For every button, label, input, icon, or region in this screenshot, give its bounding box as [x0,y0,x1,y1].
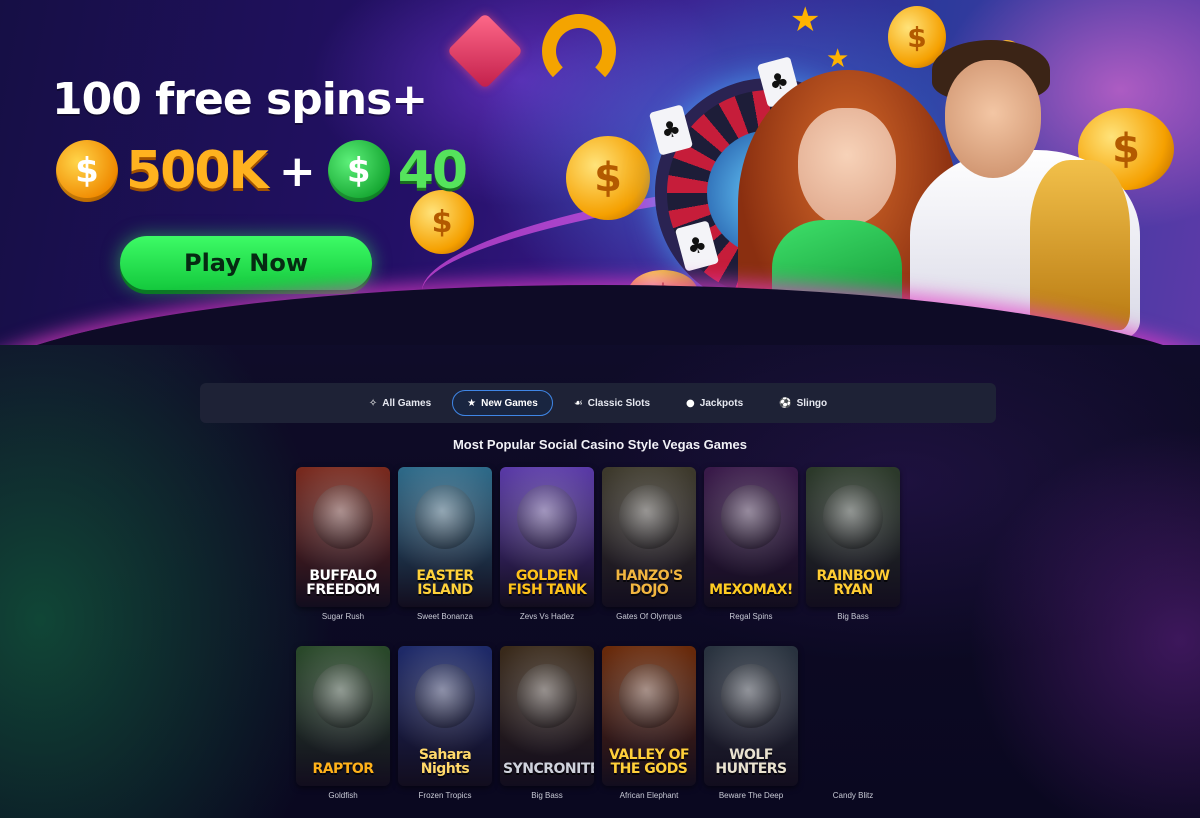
ball-icon: ⚽ [779,397,792,409]
game-card[interactable]: HANZO'S DOJO Gates Of Olympus [602,467,696,624]
game-character-image [619,664,679,728]
game-logo-text: RAINBOW RYAN [816,568,890,598]
horseshoe-icon [542,14,616,88]
game-logo-text: SYNCRONITE [503,761,594,777]
game-character-image [313,485,373,549]
tab-label: New Games [481,397,538,409]
game-title: Candy Blitz [832,791,874,800]
grid-sparkle-icon: ✧ [368,397,378,409]
carousel-dot-active[interactable] [594,290,608,304]
game-row: RAPTOR Goldfish Sahara Nights Frozen Tropic… [296,646,956,803]
tab-label: Classic Slots [587,397,651,409]
tab-slingo[interactable]: ⚽ Slingo [764,390,842,416]
game-title: Gates Of Olympus [616,612,682,621]
game-character-image [517,485,577,549]
game-logo-text: EASTER ISLAND [416,568,474,598]
tab-label: All Games [382,397,432,409]
play-now-button[interactable]: Play Now [120,236,372,290]
game-title: Sugar Rush [321,612,365,621]
game-thumbnail[interactable]: WOLF HUNTERS [704,646,798,786]
tab-label: Slingo [796,397,828,409]
game-title: Goldfish [328,791,358,800]
game-title: Big Bass [531,791,563,800]
game-row: BUFFALO FREEDOM Sugar Rush EASTER ISLAND Sw… [296,467,956,624]
game-thumbnail[interactable]: EASTER ISLAND [398,467,492,607]
hero-banner[interactable]: ★ ★ $ $ $ $ $ $ ♣ ♣ ♣ 100 free spins+ $ … [0,0,1200,345]
game-logo-text: GOLDEN FISH TANK [507,568,587,598]
game-card[interactable]: Candy Blitz [806,646,900,803]
game-thumbnail[interactable]: GOLDEN FISH TANK [500,467,594,607]
game-title: Frozen Tropics [418,791,472,800]
game-title: African Elephant [619,791,679,800]
game-logo-text: HANZO'S DOJO [615,568,683,598]
tab-classic-slots[interactable]: ☙ Classic Slots [559,390,665,416]
man-face-image [945,60,1041,178]
game-thumbnail[interactable]: MEXOMAX! [704,467,798,607]
game-logo-text: MEXOMAX! [709,582,793,598]
game-card[interactable]: MEXOMAX! Regal Spins [704,467,798,624]
coin-icon: $ [628,270,698,316]
tab-new-games[interactable]: ★ New Games [452,390,553,416]
plus-sign: + [278,145,316,197]
game-category-tabs: ✧ All Games ★ New Games ☙ Classic Slots … [200,383,996,423]
game-character-image [619,485,679,549]
game-character-image [313,664,373,728]
game-thumbnail[interactable]: RAPTOR [296,646,390,786]
gem-icon [446,12,524,90]
carousel-dots [562,290,640,304]
cherries-icon: ☙ [573,397,583,409]
game-character-image [415,664,475,728]
game-thumbnail[interactable]: VALLEY OF THE GODS [602,646,696,786]
man-jacket-image [1030,160,1130,330]
game-title: Big Bass [837,612,869,621]
game-thumbnail[interactable]: HANZO'S DOJO [602,467,696,607]
game-logo-text: WOLF HUNTERS [715,747,787,777]
game-thumbnail[interactable]: BUFFALO FREEDOM [296,467,390,607]
hero-bonus-row: $ 500K + $ 40 [56,140,468,202]
game-grid: BUFFALO FREEDOM Sugar Rush EASTER ISLAND Sw… [296,467,956,803]
tab-all-games[interactable]: ✧ All Games [354,390,446,416]
game-card[interactable]: GOLDEN FISH TANK Zevs Vs Hadez [500,467,594,624]
game-thumbnail[interactable]: RAINBOW RYAN [806,467,900,607]
game-character-image [415,485,475,549]
game-logo-text: Sahara Nights [418,747,472,777]
game-title: Regal Spins [729,612,773,621]
game-card[interactable]: RAINBOW RYAN Big Bass [806,467,900,624]
game-title: Sweet Bonanza [416,612,474,621]
tab-jackpots[interactable]: ● Jackpots [671,390,758,416]
game-character-image [517,664,577,728]
carousel-dot[interactable] [626,290,640,304]
carousel-dot[interactable] [562,290,576,304]
game-card[interactable]: RAPTOR Goldfish [296,646,390,803]
game-card[interactable]: Sahara Nights Frozen Tropics [398,646,492,803]
game-card[interactable]: SYNCRONITE Big Bass [500,646,594,803]
woman-dress-image [772,220,902,340]
game-logo-text: BUFFALO FREEDOM [306,568,380,598]
game-character-image [721,485,781,549]
star-icon: ★ [790,0,821,40]
hero-title: 100 free spins+ [52,74,428,125]
gold-coin-amount: 500K [126,141,269,201]
game-card[interactable]: EASTER ISLAND Sweet Bonanza [398,467,492,624]
tab-label: Jackpots [699,397,744,409]
game-thumbnail[interactable]: Sahara Nights [398,646,492,786]
section-title: Most Popular Social Casino Style Vegas G… [452,437,748,452]
game-card[interactable]: BUFFALO FREEDOM Sugar Rush [296,467,390,624]
game-thumbnail[interactable]: SYNCRONITE [500,646,594,786]
woman-face-image [798,108,896,226]
money-bag-icon: ● [686,397,695,409]
game-card[interactable]: VALLEY OF THE GODS African Elephant [602,646,696,803]
game-title: Beware The Deep [718,791,784,800]
game-logo-text: VALLEY OF THE GODS [608,747,690,777]
gold-coin-icon: $ [56,140,118,202]
star-icon: ★ [467,397,477,409]
coin-icon: $ [566,136,650,220]
game-title: Zevs Vs Hadez [519,612,575,621]
sweeps-coin-icon: $ [327,140,390,202]
game-card[interactable]: WOLF HUNTERS Beware The Deep [704,646,798,803]
game-character-image [721,664,781,728]
game-character-image [823,485,883,549]
sweeps-coin-amount: 40 [397,141,468,201]
game-logo-text: RAPTOR [312,761,374,777]
